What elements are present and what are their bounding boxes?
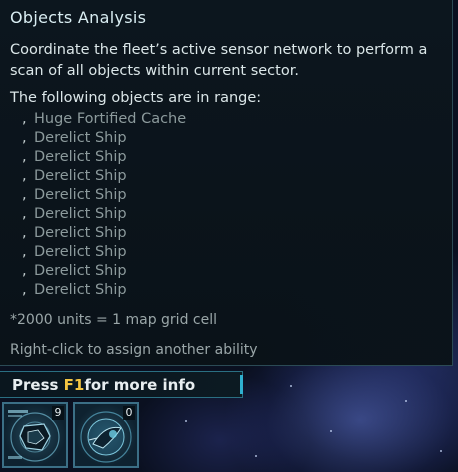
range-header: The following objects are in range: bbox=[10, 90, 262, 106]
list-item: , Derelict Ship bbox=[22, 148, 186, 167]
objects-in-range-list: , Huge Fortified Cache , Derelict Ship , De… bbox=[22, 110, 186, 300]
star bbox=[185, 420, 187, 422]
list-bullet: , bbox=[22, 282, 27, 298]
list-item: , Huge Fortified Cache bbox=[22, 110, 186, 129]
list-item: , Derelict Ship bbox=[22, 167, 186, 186]
tooltip-description: Coordinate the fleet’s active sensor net… bbox=[10, 42, 428, 79]
list-item: , Derelict Ship bbox=[22, 224, 186, 243]
list-bullet: , bbox=[22, 225, 27, 241]
list-item: , Derelict Ship bbox=[22, 186, 186, 205]
right-click-hint: Right-click to assign another ability bbox=[10, 342, 258, 358]
f1-bar-accent bbox=[240, 375, 243, 394]
object-name: Derelict Ship bbox=[34, 130, 127, 146]
f1-prefix: Press bbox=[12, 376, 64, 394]
f1-info-bar: Press F1for more info bbox=[0, 371, 243, 398]
list-item: , Derelict Ship bbox=[22, 205, 186, 224]
star bbox=[440, 450, 442, 452]
list-bullet: , bbox=[22, 130, 27, 146]
object-name: Derelict Ship bbox=[34, 282, 127, 298]
list-bullet: , bbox=[22, 111, 27, 127]
f1-key: F1 bbox=[63, 376, 85, 394]
ability-slot-ship-scan[interactable]: 0 bbox=[73, 402, 139, 468]
f1-info-text: Press F1for more info bbox=[12, 376, 195, 394]
f1-suffix: for more info bbox=[84, 376, 196, 394]
star bbox=[330, 430, 332, 432]
list-bullet: , bbox=[22, 168, 27, 184]
range-footnote: *2000 units = 1 map grid cell bbox=[10, 312, 217, 328]
star bbox=[405, 400, 407, 402]
list-item: , Derelict Ship bbox=[22, 262, 186, 281]
star bbox=[290, 385, 292, 387]
object-name: Derelict Ship bbox=[34, 206, 127, 222]
object-name: Derelict Ship bbox=[34, 168, 127, 184]
object-name: Derelict Ship bbox=[34, 225, 127, 241]
object-name: Derelict Ship bbox=[34, 244, 127, 260]
object-name: Derelict Ship bbox=[34, 149, 127, 165]
tooltip-title: Objects Analysis bbox=[10, 8, 147, 27]
star bbox=[255, 455, 257, 457]
ability-slot-sensor-scan[interactable]: 9 bbox=[2, 402, 68, 468]
charge-count: 9 bbox=[52, 406, 64, 420]
list-item: , Derelict Ship bbox=[22, 129, 186, 148]
ability-tooltip: Objects Analysis Coordinate the fleet’s … bbox=[0, 0, 453, 366]
list-bullet: , bbox=[22, 244, 27, 260]
object-name: Derelict Ship bbox=[34, 187, 127, 203]
list-bullet: , bbox=[22, 206, 27, 222]
object-name: Huge Fortified Cache bbox=[34, 111, 187, 127]
list-item: , Derelict Ship bbox=[22, 281, 186, 300]
object-name: Derelict Ship bbox=[34, 263, 127, 279]
list-bullet: , bbox=[22, 149, 27, 165]
list-bullet: , bbox=[22, 187, 27, 203]
list-bullet: , bbox=[22, 263, 27, 279]
charge-count: 0 bbox=[123, 406, 135, 420]
list-item: , Derelict Ship bbox=[22, 243, 186, 262]
